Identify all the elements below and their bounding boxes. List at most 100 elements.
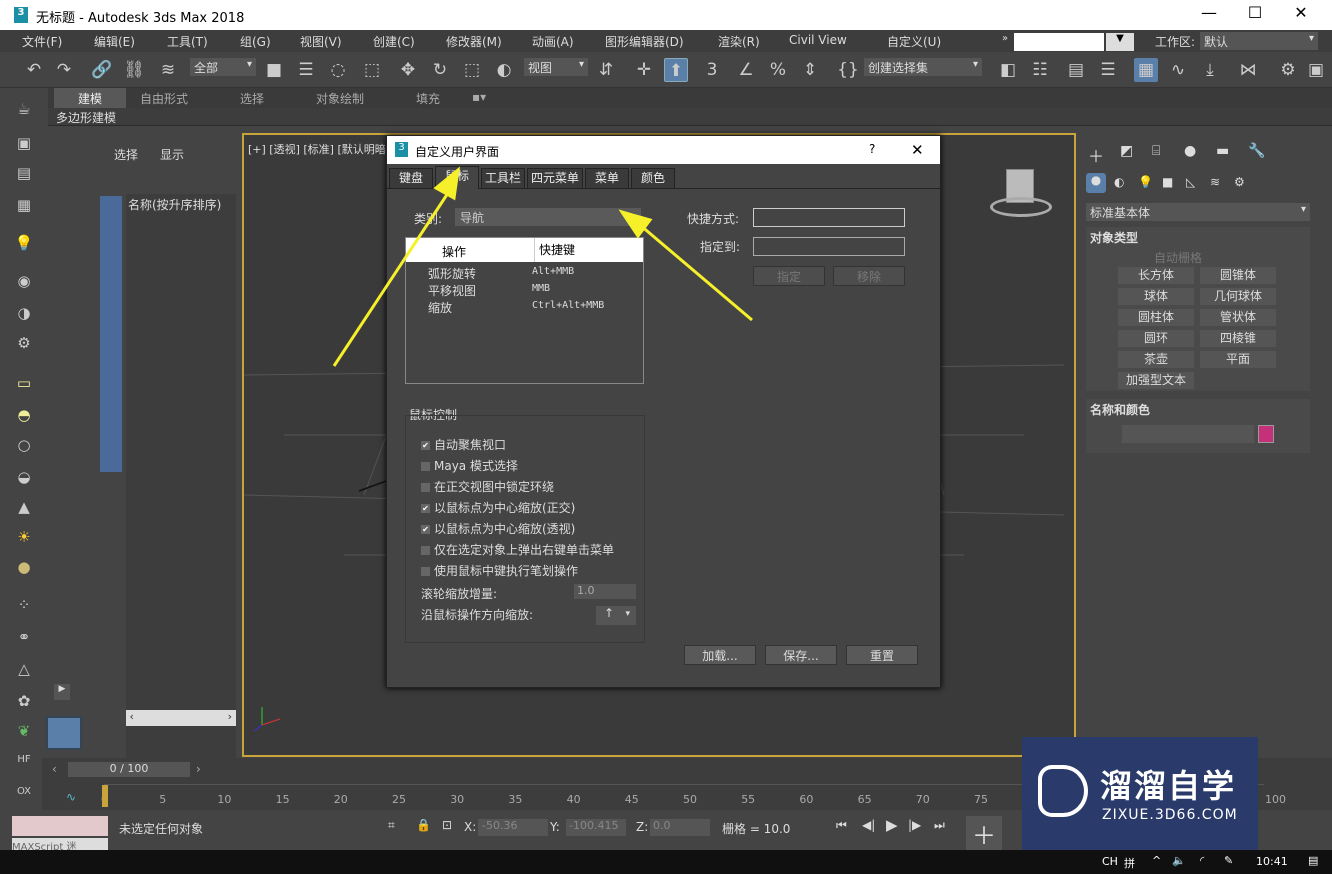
play-icon[interactable]: ▶ bbox=[886, 816, 898, 834]
autogrid-checkbox[interactable]: 自动栅格 bbox=[1154, 249, 1202, 266]
motion-tab-icon[interactable]: ● bbox=[1184, 143, 1196, 159]
menu-tools[interactable]: 工具(T) bbox=[167, 33, 208, 50]
pen-icon[interactable]: ✎ bbox=[1224, 854, 1233, 867]
checked-icon[interactable]: ✔ bbox=[421, 525, 430, 534]
object-name-input[interactable] bbox=[1122, 425, 1254, 443]
volume-icon[interactable]: 🔈 bbox=[1172, 854, 1186, 867]
unchecked-icon[interactable] bbox=[421, 546, 430, 555]
display-tab-icon[interactable]: ▬ bbox=[1216, 143, 1229, 159]
sphere-icon[interactable]: ◑ bbox=[12, 304, 36, 324]
teapot-icon[interactable]: ☕ bbox=[12, 100, 36, 120]
filter-toolbar[interactable] bbox=[100, 196, 122, 472]
ox-icon[interactable]: OX bbox=[12, 786, 36, 806]
help-button[interactable]: ? bbox=[869, 142, 875, 156]
tab-keyboard[interactable]: 键盘 bbox=[389, 168, 433, 188]
next-frame-icon[interactable]: › bbox=[196, 762, 201, 776]
spinner-snap-icon[interactable]: ⇕ bbox=[798, 58, 822, 82]
assigned-to-input[interactable] bbox=[753, 237, 905, 256]
textplus-button[interactable]: 加强型文本 bbox=[1118, 372, 1194, 389]
go-to-start-icon[interactable]: ⏮ bbox=[836, 818, 847, 833]
menu-modifiers[interactable]: 修改器(M) bbox=[446, 33, 502, 50]
tray-expand-icon[interactable]: ^ bbox=[1152, 854, 1161, 867]
tab-toolbars[interactable]: 工具栏 bbox=[481, 168, 525, 188]
tab-menus[interactable]: 菜单 bbox=[585, 168, 629, 188]
ime-mode[interactable]: 拼 bbox=[1124, 855, 1135, 871]
select-by-name-icon[interactable]: ☰ bbox=[294, 58, 318, 82]
action-list[interactable]: 操作 快捷键 弧形旋转 Alt+MMB 平移视图 MMB 缩放 Ctrl+Alt+MMB bbox=[405, 237, 644, 384]
link-icon[interactable]: 🔗 bbox=[90, 58, 114, 82]
rotate-icon[interactable]: ↻ bbox=[428, 58, 452, 82]
action-row-shortcut[interactable]: Ctrl+Alt+MMB bbox=[532, 300, 604, 311]
object-category-dropdown[interactable]: 标准基本体 bbox=[1086, 203, 1310, 221]
scale-icon[interactable]: ⬚ bbox=[460, 58, 484, 82]
checkbox-option[interactable]: ✔ 自动聚焦视口 bbox=[421, 436, 506, 453]
polygon-modeling-panel[interactable]: 多边形建模 bbox=[56, 109, 116, 126]
cone-button[interactable]: 圆锥体 bbox=[1200, 267, 1276, 284]
systems-icon[interactable]: ⚙ bbox=[1234, 175, 1245, 189]
tab-quad-menus[interactable]: 四元菜单 bbox=[527, 168, 583, 188]
curve-editor-mini-icon[interactable]: ∿ bbox=[66, 790, 76, 804]
menu-overflow-icon[interactable]: » bbox=[1002, 33, 1008, 44]
maxscript-listener[interactable] bbox=[12, 816, 108, 836]
angle-snap-icon[interactable]: ∠ bbox=[734, 58, 758, 82]
snaps-toggle-icon[interactable]: 3 bbox=[700, 58, 724, 82]
space-warps-icon[interactable]: ≋ bbox=[1210, 175, 1220, 189]
previous-key-icon[interactable]: ◀| bbox=[862, 818, 875, 832]
close-button[interactable]: ✕ bbox=[1278, 3, 1324, 27]
column-header-name[interactable]: 名称(按升序排序) bbox=[128, 196, 221, 213]
dope-sheet-icon[interactable]: ⤓ bbox=[1198, 58, 1222, 82]
plant-icon[interactable]: ❦ bbox=[12, 722, 36, 742]
pivot-center-icon[interactable]: ⇵ bbox=[594, 58, 618, 82]
mirror-icon[interactable]: ◧ bbox=[996, 58, 1020, 82]
cone-icon[interactable]: ▲ bbox=[12, 498, 36, 518]
checkbox-option[interactable]: 使用鼠标中键执行笔划操作 bbox=[421, 562, 578, 579]
x-coordinate-field[interactable]: -50.36 bbox=[478, 819, 548, 836]
checkbox-option[interactable]: 仅在选定对象上弹出右键单击菜单 bbox=[421, 541, 614, 558]
clock[interactable]: 10:41 bbox=[1256, 855, 1288, 868]
dialog-title-bar[interactable]: 3 自定义用户界面 ? ✕ bbox=[387, 136, 940, 164]
load-button[interactable]: 加载... bbox=[684, 645, 756, 665]
column-header-action[interactable]: 操作 bbox=[442, 243, 466, 260]
explorer-list[interactable]: 名称(按升序排序) bbox=[126, 194, 236, 774]
expand-icon[interactable]: ▶ bbox=[54, 684, 70, 700]
hf-icon[interactable]: HF bbox=[12, 754, 36, 774]
remove-button[interactable]: 移除 bbox=[833, 266, 905, 286]
viewcube-icon[interactable] bbox=[990, 169, 1052, 223]
reset-button[interactable]: 重置 bbox=[846, 645, 918, 665]
tab-mouse[interactable]: 鼠标 bbox=[435, 166, 479, 189]
geometry-icon[interactable]: ● bbox=[1086, 173, 1106, 193]
unchecked-icon[interactable] bbox=[421, 567, 430, 576]
viewport-layout-icon[interactable] bbox=[46, 716, 82, 750]
helpers-icon[interactable]: ◺ bbox=[1186, 175, 1195, 189]
particles-icon[interactable]: ⁘ bbox=[12, 596, 36, 616]
ime-language[interactable]: CH bbox=[1102, 855, 1118, 868]
plane-button[interactable]: 平面 bbox=[1200, 351, 1276, 368]
render-icon[interactable]: ▣ bbox=[12, 134, 36, 154]
placement-icon[interactable]: ◐ bbox=[492, 58, 516, 82]
flower-icon[interactable]: ✿ bbox=[12, 692, 36, 712]
select-manipulate-icon[interactable]: ✛ bbox=[632, 58, 656, 82]
percent-snap-icon[interactable]: % bbox=[766, 58, 790, 82]
object-color-swatch[interactable] bbox=[1258, 425, 1274, 443]
lock-icon[interactable]: 🔒 bbox=[416, 818, 431, 832]
geosphere-button[interactable]: 几何球体 bbox=[1200, 288, 1276, 305]
menu-customize[interactable]: 自定义(U) bbox=[887, 33, 941, 50]
bind-space-warp-icon[interactable]: ≋ bbox=[156, 58, 180, 82]
assign-button[interactable]: 指定 bbox=[753, 266, 825, 286]
bowl-icon[interactable]: ◒ bbox=[12, 468, 36, 488]
ribbon-tab-modeling[interactable]: 建模 bbox=[54, 88, 127, 109]
checkbox-option[interactable]: ✔ 以鼠标点为中心缩放(正交) bbox=[421, 499, 575, 516]
search-input[interactable] bbox=[1014, 33, 1104, 51]
lights-icon[interactable]: 💡 bbox=[1138, 175, 1153, 189]
grid-icon[interactable]: ▦ bbox=[12, 196, 36, 216]
edit-named-selection-icon[interactable]: {} bbox=[836, 58, 860, 82]
checkbox-option[interactable]: Maya 模式选择 bbox=[421, 457, 518, 474]
ribbon-toggle-icon[interactable]: ▦ bbox=[1134, 58, 1158, 82]
select-object-icon[interactable]: ■ bbox=[262, 58, 286, 82]
align-icon[interactable]: ☷ bbox=[1028, 58, 1052, 82]
save-button[interactable]: 保存... bbox=[765, 645, 837, 665]
wheel-zoom-spinner[interactable]: 1.0 bbox=[574, 584, 636, 599]
menu-edit[interactable]: 编辑(E) bbox=[94, 33, 135, 50]
maximize-button[interactable]: ☐ bbox=[1232, 3, 1278, 27]
camera-icon[interactable]: ◉ bbox=[12, 272, 36, 292]
